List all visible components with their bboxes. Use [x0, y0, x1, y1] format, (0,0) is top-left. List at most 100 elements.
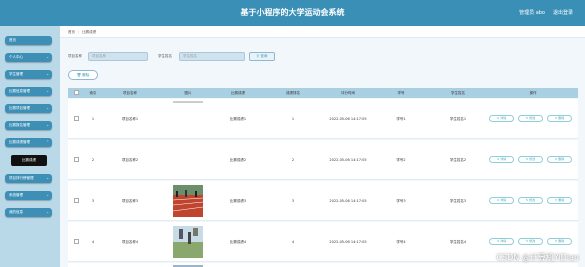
col-project: 项目名称 — [123, 91, 137, 95]
delete-button[interactable]: ✕ 删除 — [547, 238, 572, 245]
sidebar-subitem-scores[interactable]: 比赛成绩 — [11, 155, 47, 166]
select-all-checkbox[interactable] — [74, 90, 79, 95]
chevron-down-icon: ⌄ — [46, 210, 49, 214]
row-image — [173, 226, 203, 258]
detail-button[interactable]: ⊙ 详情 — [489, 156, 514, 163]
sidebar-item-label: 比赛信息管理 — [9, 89, 30, 93]
sidebar-item-home[interactable]: 首页 — [5, 36, 52, 45]
col-student-id: 学号 — [397, 91, 405, 95]
sidebar-item-scores[interactable]: 比赛成绩管理 ⌃ — [5, 138, 52, 147]
row-actions: ⊙ 详情 ✎ 修改 ✕ 删除 — [489, 238, 574, 245]
sidebar-item-label: 比赛报名管理 — [9, 123, 30, 127]
edit-button[interactable]: ✎ 修改 — [518, 238, 543, 245]
breadcrumb-current: 比赛成绩 — [82, 30, 97, 34]
col-rank: 成绩排名 — [286, 91, 300, 95]
col-actions: 操作 — [529, 91, 537, 95]
row-checkbox[interactable] — [74, 198, 79, 203]
delete-button[interactable]: ✕ 删除 — [547, 197, 572, 204]
sidebar-item-system[interactable]: 系统管理 ⌄ — [5, 191, 52, 200]
breadcrumb-home[interactable]: 首页 — [68, 30, 75, 34]
row-image — [173, 101, 203, 103]
table-row: 2 项目名称2 比赛成绩2 2 2022-05-06 14:17:05 学号2 … — [68, 140, 578, 180]
sidebar: 首页 个人中心 ⌄ 学生管理 ⌄ 比赛信息管理 ⌄ 比赛项目管理 ⌄ 比赛报名管理 ⌄ 比… — [0, 26, 60, 267]
sidebar-item-my-info[interactable]: 我的信息 ⌄ — [5, 208, 52, 217]
chevron-down-icon: ⌄ — [46, 72, 49, 76]
row-student-name: 学生姓名4 — [449, 240, 467, 244]
chevron-up-icon: ⌃ — [46, 140, 49, 144]
row-actions: ⊙ 详情 ✎ 修改 ✕ 删除 — [489, 115, 574, 122]
edit-button[interactable]: ✎ 修改 — [518, 156, 543, 163]
row-rank: 4 — [291, 240, 295, 244]
row-checkbox[interactable] — [74, 157, 79, 162]
sidebar-item-ranking[interactable]: 项目排行榜管理 ⌄ — [5, 174, 52, 183]
row-checkbox[interactable] — [74, 116, 79, 121]
sidebar-item-registration[interactable]: 比赛报名管理 ⌄ — [5, 121, 52, 130]
row-score: 比赛成绩2 — [229, 158, 247, 162]
current-user: 管理员 abo — [519, 10, 545, 16]
row-time: 2022-05-06 14:17:05 — [329, 240, 367, 244]
sidebar-item-match-project[interactable]: 比赛项目管理 ⌄ — [5, 104, 52, 113]
search-button-label: 查询 — [260, 54, 268, 58]
chevron-down-icon: ⌄ — [46, 55, 49, 59]
top-bar: 基于小程序的大学运动会系统 管理员 abo 退出登录 — [0, 0, 585, 26]
delete-button[interactable]: ✕ 删除 — [547, 115, 572, 122]
batch-delete-button[interactable]: 🗑 删除 — [68, 70, 98, 80]
project-name-label: 项目名称 — [68, 54, 82, 58]
table-row-partial — [68, 263, 578, 267]
search-icon: ⚲ — [256, 54, 260, 58]
detail-button[interactable]: ⊙ 详情 — [489, 115, 514, 122]
table-row: 1 项目名称1 比赛成绩1 1 2022-05-06 14:17:05 学号1 … — [68, 99, 578, 139]
row-score: 比赛成绩1 — [229, 117, 247, 121]
table-row: 3 项目名称3 比赛成绩3 3 2022-05-06 14:17:05 学号3 … — [68, 181, 578, 221]
row-index: 2 — [91, 158, 95, 162]
row-project: 项目名称4 — [121, 240, 139, 244]
main-content: 首页 / 比赛成绩 项目名称 项目名称 学生姓名 学生姓名 ⚲ 查询 🗑 删除 索引… — [60, 26, 585, 267]
chevron-down-icon: ⌄ — [46, 123, 49, 127]
sidebar-item-label: 我的信息 — [9, 210, 23, 214]
row-rank: 3 — [291, 199, 295, 203]
student-name-input[interactable]: 学生姓名 — [179, 52, 245, 61]
chevron-down-icon: ⌄ — [46, 176, 49, 180]
row-actions: ⊙ 详情 ✎ 修改 ✕ 删除 — [489, 156, 574, 163]
row-index: 4 — [91, 240, 95, 244]
delete-label: 删除 — [82, 73, 90, 77]
row-project: 项目名称3 — [121, 199, 139, 203]
row-student-name: 学生姓名1 — [449, 117, 467, 121]
row-time: 2022-05-06 14:17:05 — [329, 199, 367, 203]
watermark: CSDN @计算机YiDian — [496, 253, 579, 262]
breadcrumb-separator: / — [78, 30, 80, 34]
edit-button[interactable]: ✎ 修改 — [518, 197, 543, 204]
row-student-name: 学生姓名2 — [449, 158, 467, 162]
row-student-id: 学号3 — [396, 199, 406, 203]
detail-button[interactable]: ⊙ 详情 — [489, 197, 514, 204]
row-time: 2022-05-06 14:17:05 — [329, 117, 367, 121]
chevron-down-icon: ⌄ — [46, 89, 49, 93]
detail-button[interactable]: ⊙ 详情 — [489, 238, 514, 245]
sidebar-item-label: 比赛成绩管理 — [9, 140, 30, 144]
table-header: 索引 项目名称 图片 比赛成绩 成绩排名 评分时间 学号 学生姓名 操作 — [68, 88, 578, 98]
row-index: 3 — [91, 199, 95, 203]
row-project: 项目名称1 — [121, 117, 139, 121]
row-checkbox[interactable] — [74, 239, 79, 244]
search-button[interactable]: ⚲ 查询 — [249, 52, 275, 61]
field-image — [173, 226, 203, 258]
delete-button[interactable]: ✕ 删除 — [547, 156, 572, 163]
row-student-id: 学号2 — [396, 158, 406, 162]
trash-icon: 🗑 — [76, 73, 82, 77]
logout-link[interactable]: 退出登录 — [553, 9, 573, 16]
sidebar-item-students[interactable]: 学生管理 ⌄ — [5, 70, 52, 79]
row-rank: 2 — [291, 158, 295, 162]
sidebar-item-label: 系统管理 — [9, 193, 23, 197]
sidebar-item-match-info[interactable]: 比赛信息管理 ⌄ — [5, 87, 52, 96]
sidebar-item-profile[interactable]: 个人中心 ⌄ — [5, 53, 52, 62]
sidebar-item-label: 项目排行榜管理 — [9, 176, 34, 180]
row-index: 1 — [91, 117, 95, 121]
project-name-input[interactable]: 项目名称 — [88, 52, 148, 61]
sidebar-item-label: 学生管理 — [9, 72, 23, 76]
edit-button[interactable]: ✎ 修改 — [518, 115, 543, 122]
col-time: 评分时间 — [341, 91, 355, 95]
sidebar-item-label: 个人中心 — [9, 55, 23, 59]
sidebar-item-label: 比赛项目管理 — [9, 106, 30, 110]
chevron-down-icon: ⌄ — [46, 106, 49, 110]
chevron-down-icon: ⌄ — [46, 193, 49, 197]
